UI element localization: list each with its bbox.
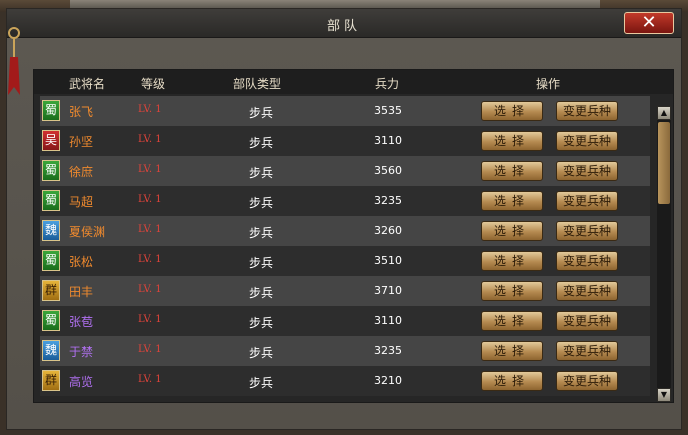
general-level: LV. 1 — [138, 164, 162, 175]
general-name[interactable]: 夏侯渊 — [69, 223, 105, 240]
general-name[interactable]: 徐庶 — [69, 163, 93, 180]
general-level: LV. 1 — [138, 374, 162, 385]
change-unit-button[interactable]: 变更兵种 — [556, 191, 618, 211]
select-button[interactable]: 选择 — [481, 371, 543, 391]
change-unit-button[interactable]: 变更兵种 — [556, 161, 618, 181]
general-level: LV. 1 — [138, 284, 162, 295]
table-row: 蜀马超 LV. 1 步兵 3235 选择 变更兵种 — [40, 186, 650, 216]
faction-badge: 群 — [42, 370, 60, 391]
troop-count: 3510 — [374, 254, 402, 267]
faction-badge: 蜀 — [42, 160, 60, 181]
select-button[interactable]: 选择 — [481, 281, 543, 301]
faction-badge: 蜀 — [42, 100, 60, 121]
header-unit-type: 部队类型 — [233, 77, 282, 91]
change-unit-button[interactable]: 变更兵种 — [556, 311, 618, 331]
select-button[interactable]: 选择 — [481, 191, 543, 211]
close-button[interactable]: ✕ — [624, 12, 674, 34]
table-row: 蜀张飞 LV. 1 步兵 3535 选择 变更兵种 — [40, 96, 650, 126]
select-button[interactable]: 选择 — [481, 221, 543, 241]
faction-badge: 魏 — [42, 340, 60, 361]
general-level: LV. 1 — [138, 194, 162, 205]
troop-count: 3535 — [374, 104, 402, 117]
troops-window: 部队 ✕ 武将名 等级 部队类型 兵力 操作 蜀张飞 LV. 1 步兵 3535 选择变… — [6, 8, 682, 430]
close-icon: ✕ — [641, 12, 657, 33]
faction-badge: 蜀 — [42, 310, 60, 331]
select-button[interactable]: 选择 — [481, 131, 543, 151]
table-row: 吴孙坚 LV. 1 步兵 3110 选择 变更兵种 — [40, 126, 650, 156]
header-troops: 兵力 — [375, 77, 400, 91]
general-name[interactable]: 孙坚 — [69, 133, 93, 150]
arrow-down-icon[interactable]: ▼ — [657, 388, 671, 402]
troop-count: 3235 — [374, 194, 402, 207]
faction-badge: 蜀 — [42, 250, 60, 271]
general-level: LV. 1 — [138, 224, 162, 235]
table-row: 魏夏侯渊 LV. 1 步兵 3260 选择 变更兵种 — [40, 216, 650, 246]
header-action: 操作 — [536, 77, 561, 91]
general-name[interactable]: 马超 — [69, 193, 93, 210]
change-unit-button[interactable]: 变更兵种 — [556, 281, 618, 301]
general-name[interactable]: 张飞 — [69, 103, 93, 120]
troop-count: 3710 — [374, 284, 402, 297]
table-row: 魏于禁 LV. 1 步兵 3235 选择 变更兵种 — [40, 336, 650, 366]
troop-count: 3110 — [374, 134, 402, 147]
general-level: LV. 1 — [138, 314, 162, 325]
header-level: 等级 — [141, 77, 166, 91]
tassel-ornament-icon — [8, 27, 20, 95]
unit-type: 步兵 — [249, 346, 274, 360]
titlebar: 部队 ✕ — [7, 9, 681, 38]
unit-type: 步兵 — [249, 226, 274, 240]
table-row: 蜀徐庶 LV. 1 步兵 3560 选择 变更兵种 — [40, 156, 650, 186]
table-rows: 蜀张飞 LV. 1 步兵 3535 选择 变更兵种吴孙坚 LV. 1 步兵 3110 选择 变更兵种… — [40, 96, 650, 396]
change-unit-button[interactable]: 变更兵种 — [556, 101, 618, 121]
general-name[interactable]: 张松 — [69, 253, 93, 270]
troop-count: 3235 — [374, 344, 402, 357]
select-button[interactable]: 选择 — [481, 251, 543, 271]
general-name[interactable]: 张苞 — [69, 313, 93, 330]
change-unit-button[interactable]: 变更兵种 — [556, 251, 618, 271]
table-row: 群高览 LV. 1 步兵 3210 选择 变更兵种 — [40, 366, 650, 396]
table-header: 武将名 等级 部队类型 兵力 操作 — [34, 70, 673, 94]
change-unit-button[interactable]: 变更兵种 — [556, 341, 618, 361]
table-row: 蜀张松 LV. 1 步兵 3510 选择 变更兵种 — [40, 246, 650, 276]
unit-type: 步兵 — [249, 316, 274, 330]
general-level: LV. 1 — [138, 344, 162, 355]
change-unit-button[interactable]: 变更兵种 — [556, 371, 618, 391]
unit-type: 步兵 — [249, 286, 274, 300]
select-button[interactable]: 选择 — [481, 311, 543, 331]
faction-badge: 蜀 — [42, 190, 60, 211]
unit-type: 步兵 — [249, 376, 274, 390]
unit-type: 步兵 — [249, 136, 274, 150]
general-level: LV. 1 — [138, 104, 162, 115]
table-row: 蜀张苞 LV. 1 步兵 3110 选择 变更兵种 — [40, 306, 650, 336]
general-level: LV. 1 — [138, 134, 162, 145]
table-row: 群田丰 LV. 1 步兵 3710 选择 变更兵种 — [40, 276, 650, 306]
general-name[interactable]: 田丰 — [69, 283, 93, 300]
scroll-thumb[interactable] — [658, 122, 670, 204]
troops-table-panel: 武将名 等级 部队类型 兵力 操作 蜀张飞 LV. 1 步兵 3535 选择 变更兵种吴孙… — [33, 69, 674, 403]
unit-type: 步兵 — [249, 106, 274, 120]
general-level: LV. 1 — [138, 254, 162, 265]
troop-count: 3110 — [374, 314, 402, 327]
unit-type: 步兵 — [249, 196, 274, 210]
troop-count: 3260 — [374, 224, 402, 237]
select-button[interactable]: 选择 — [481, 101, 543, 121]
general-name[interactable]: 于禁 — [69, 343, 93, 360]
window-title: 部队 — [326, 19, 361, 34]
select-button[interactable]: 选择 — [481, 341, 543, 361]
arrow-up-icon[interactable]: ▲ — [657, 106, 671, 120]
faction-badge: 群 — [42, 280, 60, 301]
select-button[interactable]: 选择 — [481, 161, 543, 181]
troop-count: 3560 — [374, 164, 402, 177]
change-unit-button[interactable]: 变更兵种 — [556, 221, 618, 241]
unit-type: 步兵 — [249, 256, 274, 270]
change-unit-button[interactable]: 变更兵种 — [556, 131, 618, 151]
faction-badge: 魏 — [42, 220, 60, 241]
scrollbar[interactable]: ▲ ▼ — [657, 106, 671, 402]
unit-type: 步兵 — [249, 166, 274, 180]
general-name[interactable]: 高览 — [69, 373, 93, 390]
faction-badge: 吴 — [42, 130, 60, 151]
header-name: 武将名 — [69, 77, 106, 91]
troop-count: 3210 — [374, 374, 402, 387]
